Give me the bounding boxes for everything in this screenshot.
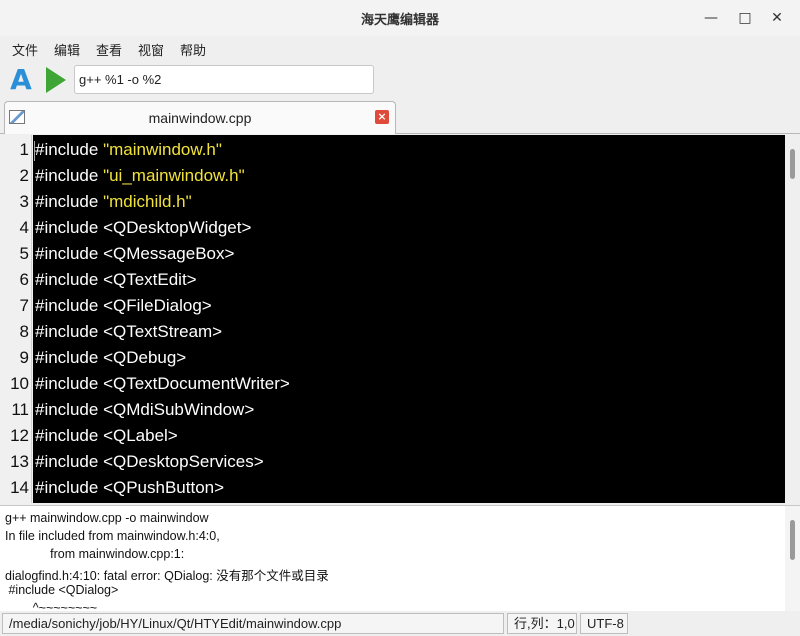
status-encoding: UTF-8 xyxy=(580,613,628,634)
status-file-path: /media/sonichy/job/HY/Linux/Qt/HTYEdit/m… xyxy=(2,613,504,634)
editor-scrollbar[interactable] xyxy=(785,135,800,503)
code-string: "mainwindow.h" xyxy=(103,140,222,159)
output-scrollbar-thumb[interactable] xyxy=(790,520,795,560)
code-token: #include xyxy=(35,244,104,263)
menu-bar: 文件 编辑 查看 视窗 帮助 xyxy=(0,36,800,60)
code-line: #include <QFileDialog> xyxy=(35,296,212,316)
menu-help[interactable]: 帮助 xyxy=(180,40,206,59)
tab-bar: mainwindow.cpp × xyxy=(0,100,800,134)
line-number: 4 xyxy=(19,218,29,237)
code-token: <QDesktopServices> xyxy=(103,452,264,471)
code-token: <QFileDialog> xyxy=(103,296,212,315)
code-line: #include <QTextStream> xyxy=(35,322,222,342)
code-line: #include <QPushButton> xyxy=(35,478,224,498)
code-token: <QMessageBox> xyxy=(103,244,235,263)
close-window-button[interactable]: ✕ xyxy=(766,8,788,28)
output-line: g++ mainwindow.cpp -o mainwindow xyxy=(5,511,209,525)
output-panel[interactable]: g++ mainwindow.cpp -o mainwindow In file … xyxy=(0,505,800,611)
run-icon[interactable] xyxy=(46,67,66,93)
menu-window[interactable]: 视窗 xyxy=(138,40,164,59)
line-number: 12 xyxy=(10,426,29,445)
code-line: #include <QDesktopServices> xyxy=(35,452,264,472)
code-token: <QMdiSubWindow> xyxy=(103,400,255,419)
menu-file[interactable]: 文件 xyxy=(12,40,38,59)
code-token: <QPushButton> xyxy=(103,478,225,497)
code-string: "ui_mainwindow.h" xyxy=(103,166,245,185)
title-bar: 海天鹰编辑器 — □ ✕ xyxy=(0,0,800,36)
line-number: 13 xyxy=(10,452,29,471)
line-number: 3 xyxy=(19,192,29,211)
line-number: 1 xyxy=(19,140,29,159)
code-token: #include xyxy=(35,426,104,445)
menu-edit[interactable]: 编辑 xyxy=(54,40,80,59)
maximize-button[interactable]: □ xyxy=(734,8,756,28)
code-token: <QTextEdit> xyxy=(103,270,197,289)
window-title: 海天鹰编辑器 xyxy=(360,13,439,28)
tab-close-icon[interactable]: × xyxy=(375,110,389,124)
code-line: #include <QTextEdit> xyxy=(35,270,197,290)
code-token: #include xyxy=(35,348,104,367)
line-number: 5 xyxy=(19,244,29,263)
command-input[interactable] xyxy=(74,65,374,94)
line-number: 10 xyxy=(10,374,29,393)
code-token: #include xyxy=(35,322,104,341)
code-token: #include xyxy=(35,296,104,315)
code-token: #include xyxy=(35,192,104,211)
code-token: #include xyxy=(35,374,104,393)
code-token: #include xyxy=(35,400,104,419)
status-cursor-position: 行,列：1,0 xyxy=(507,613,577,634)
output-line: In file included from mainwindow.h:4:0, xyxy=(5,529,220,543)
code-token: #include xyxy=(35,452,104,471)
editor-scrollbar-thumb[interactable] xyxy=(790,149,795,179)
line-number: 7 xyxy=(19,296,29,315)
code-area[interactable]: #include "mainwindow.h" #include "ui_main… xyxy=(33,135,785,503)
output-line: ^~~~~~~~~ xyxy=(5,601,98,611)
code-line: #include <QDebug> xyxy=(35,348,186,368)
line-number: 8 xyxy=(19,322,29,341)
code-line: #include "mainwindow.h" xyxy=(35,140,222,160)
menu-view[interactable]: 查看 xyxy=(96,40,122,59)
code-line: #include <QDesktopWidget> xyxy=(35,218,251,238)
code-string: "mdichild.h" xyxy=(103,192,192,211)
code-token: #include xyxy=(35,218,104,237)
tab-mainwindow-cpp[interactable]: mainwindow.cpp × xyxy=(4,101,396,134)
line-number: 2 xyxy=(19,166,29,185)
code-editor[interactable]: 1 2 3 4 5 6 7 8 9 10 11 12 13 14 #include "mainwindow… xyxy=(0,135,800,503)
code-line: #include <QMdiSubWindow> xyxy=(35,400,254,420)
code-line: #include "mdichild.h" xyxy=(35,192,192,212)
minimize-button[interactable]: — xyxy=(700,8,722,28)
code-token: <QTextDocumentWriter> xyxy=(103,374,290,393)
code-line: #include "ui_mainwindow.h" xyxy=(35,166,245,186)
tab-label: mainwindow.cpp xyxy=(148,110,252,126)
line-number: 6 xyxy=(19,270,29,289)
code-token: #include xyxy=(35,140,104,159)
output-line: #include <QDialog> xyxy=(5,583,119,597)
code-line: #include <QLabel> xyxy=(35,426,178,446)
code-token: #include xyxy=(35,270,104,289)
code-line: #include <QTextDocumentWriter> xyxy=(35,374,290,394)
output-line: from mainwindow.cpp:1: xyxy=(5,547,185,561)
line-number-gutter: 1 2 3 4 5 6 7 8 9 10 11 12 13 14 xyxy=(0,135,32,503)
code-token: <QDesktopWidget> xyxy=(103,218,252,237)
code-token: <QDebug> xyxy=(103,348,187,367)
font-icon[interactable]: A xyxy=(7,64,35,96)
output-scrollbar[interactable] xyxy=(785,506,800,611)
toolbar: A xyxy=(0,60,800,100)
code-token: <QTextStream> xyxy=(103,322,223,341)
code-token: #include xyxy=(35,478,104,497)
line-number: 14 xyxy=(10,478,29,497)
line-number: 11 xyxy=(11,400,29,419)
code-token: #include xyxy=(35,166,104,185)
output-line: dialogfind.h:4:10: fatal error: QDialog:… xyxy=(5,569,329,583)
code-line: #include <QMessageBox> xyxy=(35,244,234,264)
status-bar: /media/sonichy/job/HY/Linux/Qt/HTYEdit/m… xyxy=(0,611,800,636)
line-number: 9 xyxy=(19,348,29,367)
code-token: <QLabel> xyxy=(103,426,178,445)
